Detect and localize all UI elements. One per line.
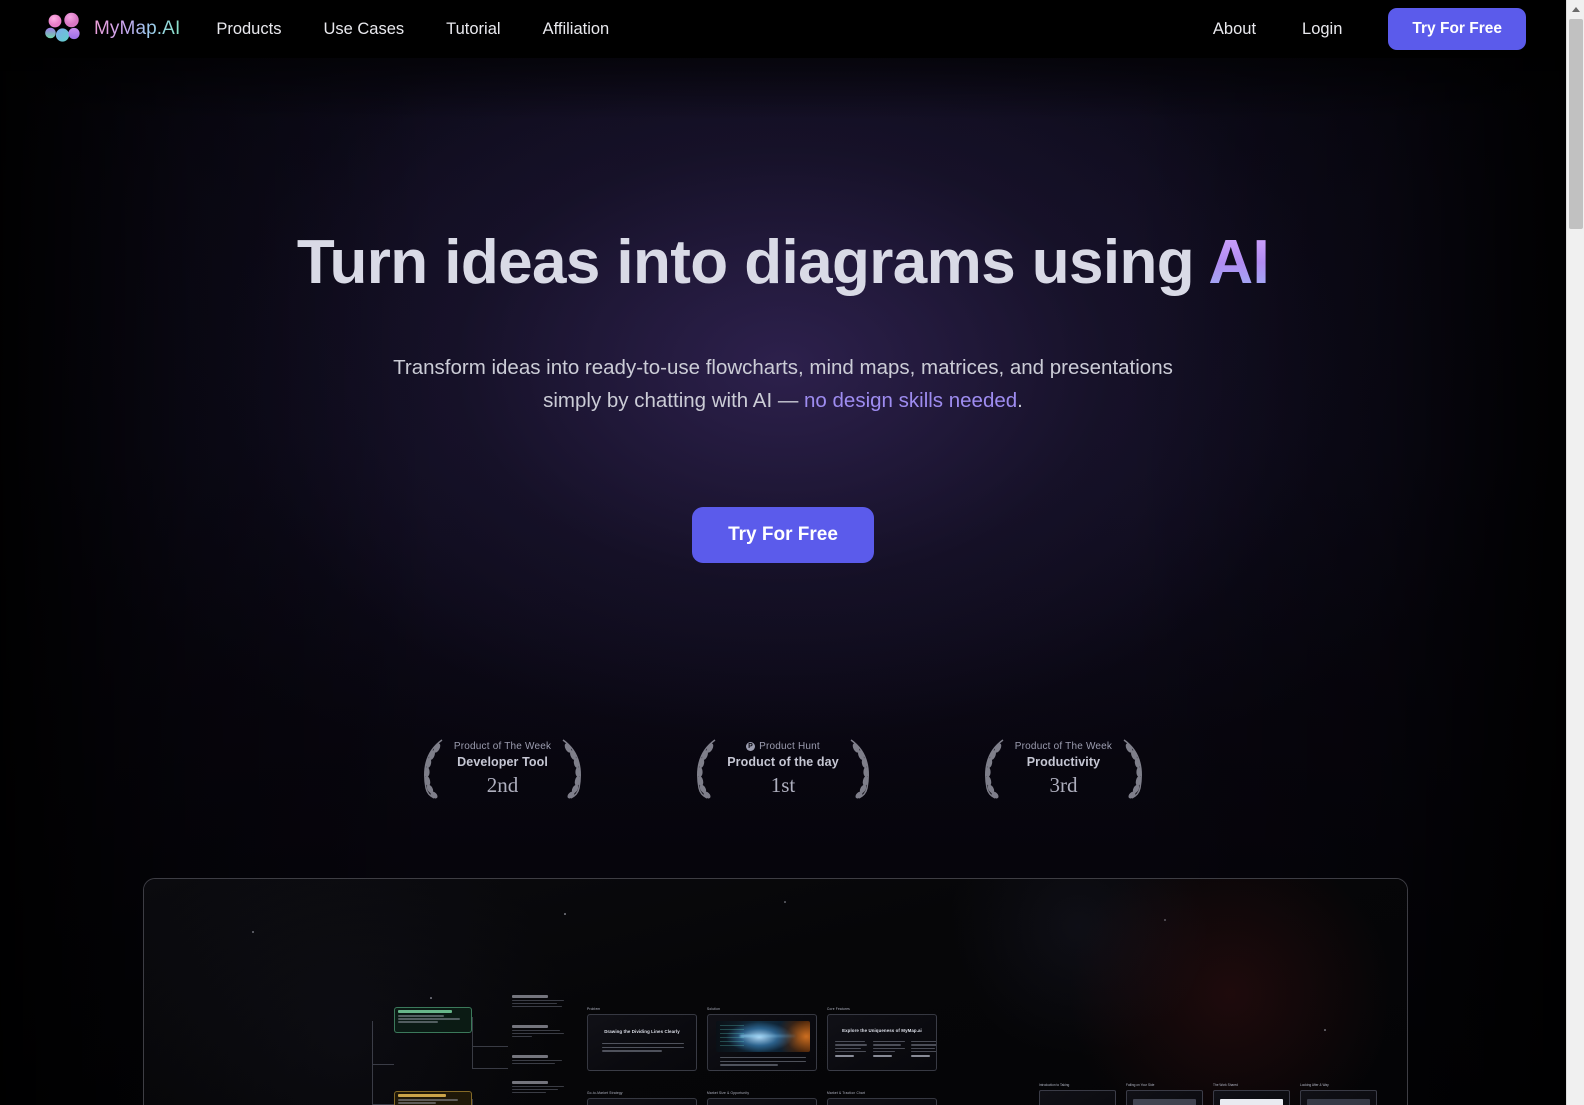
mindmap-branch-text — [512, 995, 564, 1009]
slide-label-problem: Problem — [587, 1007, 601, 1011]
nav-item-products[interactable]: Products — [216, 20, 281, 39]
laurel-right-icon — [1123, 739, 1143, 799]
preview-background — [144, 879, 1407, 1105]
slide-card-columns — [835, 1041, 936, 1057]
browser-page: MyMap.AI Products Use Cases Tutorial Aff… — [0, 0, 1584, 1105]
award-source: P Product Hunt — [727, 741, 839, 752]
slide-card-core-features[interactable]: Explore the Uniqueness of MyMap.ai — [827, 1014, 937, 1071]
award-category: Developer Tool — [457, 754, 548, 769]
star-speck — [784, 901, 786, 903]
star-speck — [1324, 1029, 1326, 1031]
nav-item-login[interactable]: Login — [1302, 20, 1342, 39]
slide-label-solution: Solution — [707, 1007, 721, 1011]
mindmap-node-green — [394, 1007, 472, 1033]
award-badge-developer-tool: Product of The Week Developer Tool 2nd — [416, 738, 589, 800]
subtitle-line-2-prefix: simply by chatting with AI — — [543, 388, 805, 412]
laurel-left-icon — [423, 739, 443, 799]
vertical-scrollbar[interactable] — [1566, 0, 1584, 1105]
hero-section: Turn ideas into diagrams using AI Transf… — [0, 58, 1566, 564]
mindmap-branch-text — [512, 1081, 564, 1095]
nav-item-tutorial[interactable]: Tutorial — [446, 20, 500, 39]
award-rank: 3rd — [1049, 772, 1078, 797]
award-category: Product of the day — [727, 754, 839, 769]
award-source: Product of The Week — [1015, 741, 1112, 752]
slide-card-gtm-strategy[interactable] — [587, 1098, 697, 1105]
hero-try-for-free-button[interactable]: Try For Free — [692, 507, 874, 564]
laurel-right-icon — [850, 739, 869, 799]
award-badges: Product of The Week Developer Tool 2nd P… — [0, 738, 1566, 800]
award-body: Product of The Week Productivity 3rd — [1015, 741, 1112, 798]
award-source: Product of The Week — [454, 741, 551, 752]
product-preview-panel[interactable]: Problem Drawing the Dividing Lines Clear… — [143, 878, 1408, 1105]
mini-card[interactable] — [1213, 1090, 1290, 1105]
slide-card-body — [602, 1043, 684, 1054]
subtitle-accent-text: no design skills needed — [804, 388, 1018, 412]
nav-item-use-cases[interactable]: Use Cases — [323, 20, 404, 39]
mindmap-branch-text — [512, 1055, 564, 1066]
scroll-up-arrow-icon[interactable] — [1567, 0, 1584, 18]
brand-logo-link[interactable]: MyMap.AI — [44, 12, 180, 46]
mini-card-label: Introduction to Taking — [1039, 1083, 1070, 1087]
slide-card-market-size[interactable] — [707, 1098, 817, 1105]
laurel-left-icon — [984, 739, 1004, 799]
mini-card-label: The Work Shared — [1213, 1083, 1238, 1087]
brand-name: MyMap.AI — [94, 18, 181, 39]
mini-card[interactable] — [1126, 1090, 1203, 1105]
logo-circles-icon — [44, 12, 84, 46]
mini-card[interactable] — [1039, 1090, 1116, 1105]
mindmap-node-amber — [394, 1091, 472, 1105]
site-header: MyMap.AI Products Use Cases Tutorial Aff… — [0, 0, 1566, 58]
mini-card-label: Falling on Your Side — [1126, 1083, 1155, 1087]
award-source-label: Product of The Week — [453, 740, 552, 752]
laurel-left-icon — [697, 739, 716, 799]
star-speck — [252, 931, 254, 933]
slide-card-market-traction[interactable] — [827, 1098, 937, 1105]
slide-label-market-traction: Market & Traction Chart — [827, 1091, 866, 1095]
slide-label-gtm-strategy: Go-to-Market Strategy — [587, 1091, 623, 1095]
page-title: Turn ideas into diagrams using AI — [0, 230, 1566, 296]
nav-item-affiliation[interactable]: Affiliation — [543, 20, 610, 39]
award-body: P Product Hunt Product of the day 1st — [727, 741, 839, 798]
scrollbar-thumb[interactable] — [1569, 19, 1583, 229]
award-source-label: Product of The Week — [1014, 740, 1113, 752]
headline-main-text: Turn ideas into diagrams using — [296, 228, 1209, 297]
mini-card[interactable] — [1300, 1090, 1377, 1105]
award-rank: 2nd — [486, 772, 519, 797]
laurel-right-icon — [562, 739, 582, 799]
primary-navigation: Products Use Cases Tutorial Affiliation — [216, 20, 609, 39]
subtitle-line-1: Transform ideas into ready-to-use flowch… — [393, 355, 1173, 379]
hero-subtitle: Transform ideas into ready-to-use flowch… — [0, 351, 1566, 417]
headline-accent-text: AI — [1208, 228, 1270, 297]
slide-label-market-size: Market Size & Opportunity — [707, 1091, 750, 1095]
hero-cta-wrapper: Try For Free — [0, 507, 1566, 564]
slide-card-problem[interactable]: Drawing the Dividing Lines Clearly — [587, 1014, 697, 1071]
star-speck — [1164, 919, 1166, 921]
slide-card-image — [716, 1021, 810, 1052]
mindmap-branch-text — [512, 1025, 564, 1039]
mini-card-label: Looking After & Way — [1300, 1083, 1329, 1087]
secondary-navigation: About Login Try For Free — [1213, 8, 1526, 50]
slide-label-core-features: Core Features — [827, 1007, 850, 1011]
page-viewport: MyMap.AI Products Use Cases Tutorial Aff… — [0, 0, 1566, 1105]
product-hunt-icon: P — [746, 741, 756, 751]
slide-card-body — [720, 1057, 806, 1068]
award-source-label: Product Hunt — [759, 740, 820, 752]
star-speck — [430, 997, 432, 999]
slide-card-title: Explore the Uniqueness of MyMap.ai — [842, 1028, 922, 1033]
award-body: Product of The Week Developer Tool 2nd — [454, 741, 551, 798]
slide-card-title: Drawing the Dividing Lines Clearly — [604, 1029, 680, 1034]
nav-item-about[interactable]: About — [1213, 20, 1256, 39]
header-try-for-free-button[interactable]: Try For Free — [1388, 8, 1526, 50]
award-badge-product-of-the-day: P Product Hunt Product of the day 1st — [689, 738, 877, 800]
slide-card-solution[interactable] — [707, 1014, 817, 1071]
award-badge-productivity: Product of The Week Productivity 3rd — [977, 738, 1150, 800]
subtitle-line-2-suffix: . — [1017, 388, 1023, 412]
award-category: Productivity — [1026, 754, 1101, 769]
award-rank: 1st — [770, 772, 796, 797]
star-speck — [564, 913, 566, 915]
